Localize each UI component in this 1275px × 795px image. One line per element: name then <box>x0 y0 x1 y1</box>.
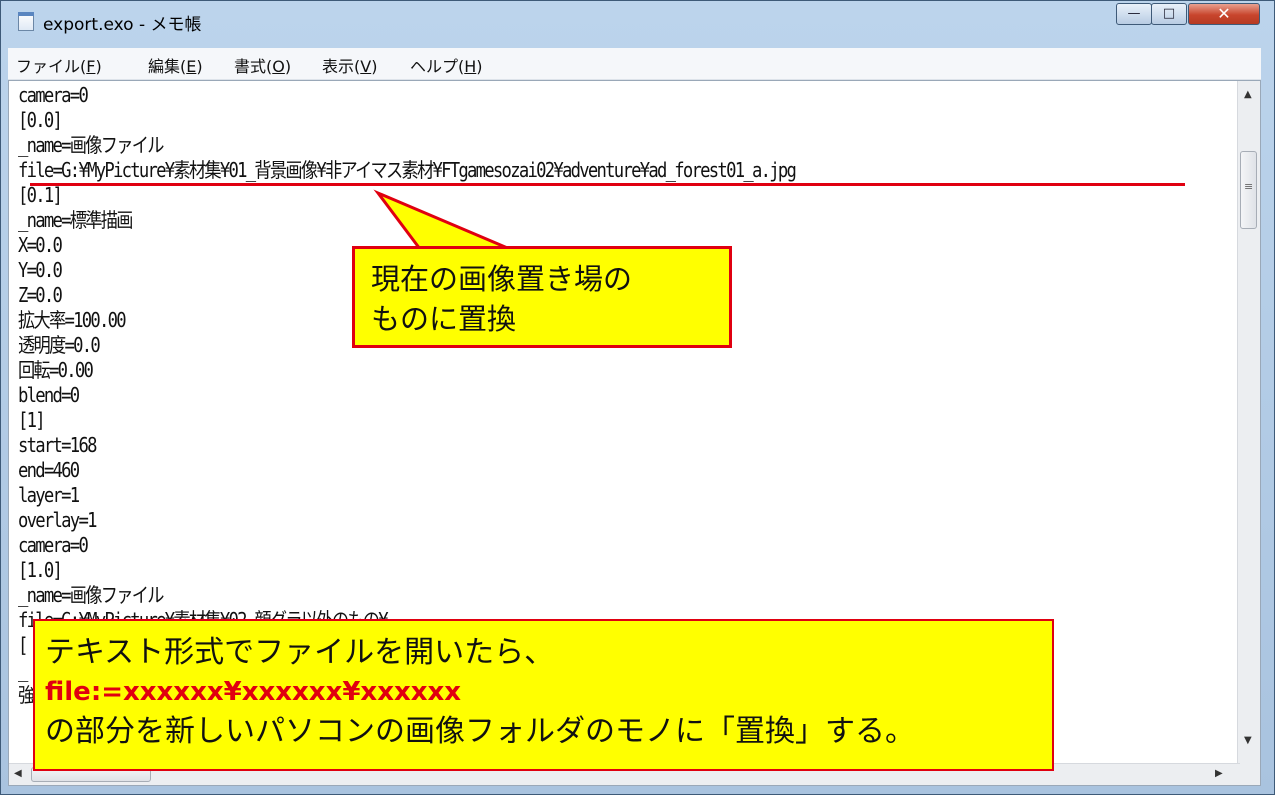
text-line[interactable]: [1.0] <box>18 558 1067 583</box>
scroll-down-arrow-icon[interactable]: ▼ <box>1244 735 1252 746</box>
callout-line-1: 現在の画像置き場の <box>371 262 633 296</box>
menu-bar: ファイル(F) 編集(E) 書式(O) 表示(V) ヘルプ(H) <box>8 48 1261 80</box>
text-line[interactable]: overlay=1 <box>18 508 1067 533</box>
menu-format[interactable]: 書式(O) <box>234 53 291 77</box>
callout-box: 現在の画像置き場の ものに置換 <box>352 246 732 348</box>
resize-grip-icon[interactable] <box>1238 764 1260 785</box>
notepad-icon <box>18 12 34 31</box>
scroll-right-arrow-icon[interactable]: ▶ <box>1215 768 1223 779</box>
text-line[interactable]: 回転=0.00 <box>18 358 1067 383</box>
grip-icon: ≡ <box>1244 180 1254 193</box>
menu-file[interactable]: ファイル(F) <box>16 53 102 77</box>
text-line[interactable]: camera=0 <box>18 83 1067 108</box>
text-line[interactable]: _name=標準描画 <box>18 208 1067 233</box>
text-line[interactable]: blend=0 <box>18 383 1067 408</box>
text-line[interactable]: [0.0] <box>18 108 1067 133</box>
callout-line-2: ものに置換 <box>371 302 517 336</box>
text-line[interactable]: file=G:¥MyPicture¥素材集¥01_背景画像¥非アイマス素材¥FT… <box>18 158 1067 183</box>
text-line[interactable]: _name=画像ファイル <box>18 133 1067 158</box>
title-bar[interactable]: export.exo - メモ帳 — □ ✕ <box>1 1 1274 41</box>
instruction-note: テキスト形式でファイルを開いたら、 file:=xxxxxx¥xxxxxx¥xx… <box>33 619 1054 771</box>
menu-help[interactable]: ヘルプ(H) <box>410 53 483 77</box>
text-line[interactable]: [0.1] <box>18 183 1067 208</box>
scroll-left-arrow-icon[interactable]: ◀ <box>14 768 22 779</box>
menu-edit[interactable]: 編集(E) <box>148 53 203 77</box>
text-line[interactable]: end=460 <box>18 458 1067 483</box>
note-line-3: の部分を新しいパソコンの画像フォルダのモノに「置換」する。 <box>45 714 915 749</box>
text-line[interactable]: camera=0 <box>18 533 1067 558</box>
menu-view[interactable]: 表示(V) <box>322 53 377 77</box>
vertical-scrollbar[interactable]: ▲ ≡ ▼ <box>1237 81 1260 765</box>
text-line[interactable]: [1] <box>18 408 1067 433</box>
note-line-1: テキスト形式でファイルを開いたら、 <box>45 635 555 670</box>
underline-highlight <box>30 183 1185 186</box>
scroll-up-arrow-icon[interactable]: ▲ <box>1244 89 1252 100</box>
text-line[interactable]: layer=1 <box>18 483 1067 508</box>
vertical-scroll-thumb[interactable]: ≡ <box>1240 151 1257 229</box>
text-line[interactable]: _name=画像ファイル <box>18 583 1067 608</box>
text-line[interactable]: start=168 <box>18 433 1067 458</box>
window-title: export.exo - メモ帳 <box>43 15 202 35</box>
maximize-button[interactable]: □ <box>1151 3 1187 25</box>
note-line-2: file:=xxxxxx¥xxxxxx¥xxxxxx <box>45 677 462 707</box>
close-button[interactable]: ✕ <box>1188 3 1260 25</box>
minimize-button[interactable]: — <box>1116 3 1152 25</box>
